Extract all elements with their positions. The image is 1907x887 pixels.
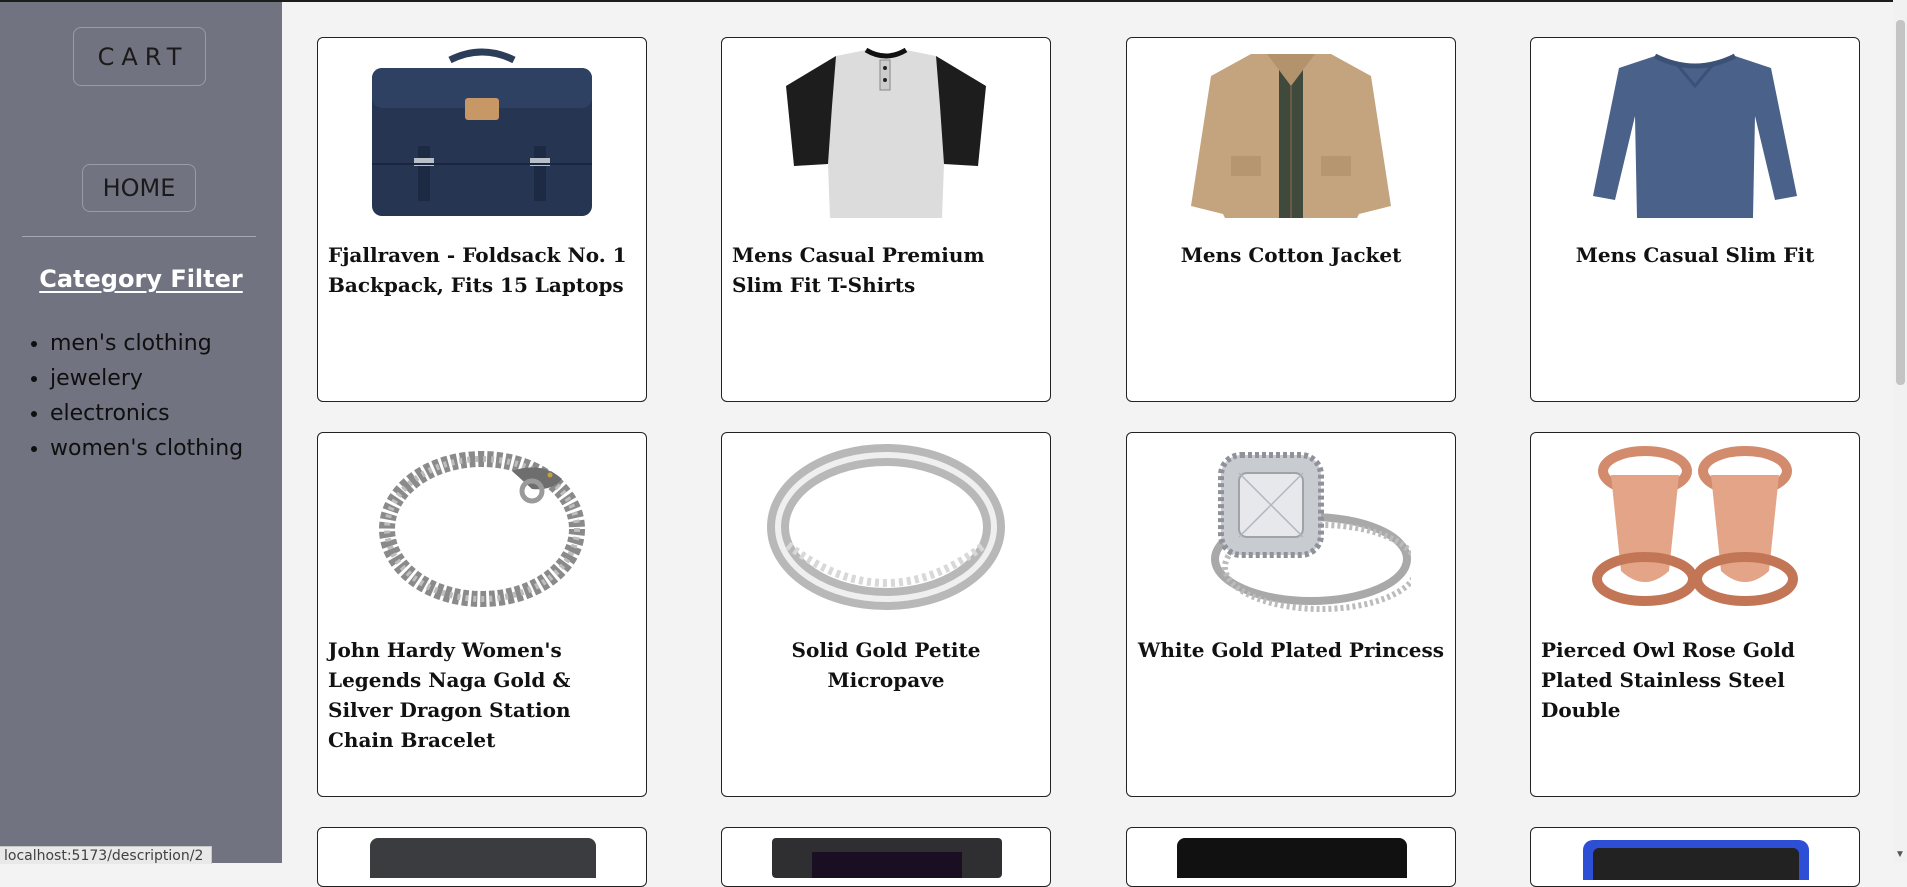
product-title: White Gold Plated Princess (1137, 638, 1445, 662)
sidebar-divider (22, 236, 256, 237)
product-card[interactable]: Mens Casual Premium Slim Fit T-Shirts (721, 37, 1051, 402)
product-card[interactable] (1126, 827, 1456, 887)
product-title: Fjallraven - Foldsack No. 1 Backpack, Fi… (328, 243, 627, 297)
scrollbar-thumb[interactable] (1896, 20, 1905, 385)
product-title: John Hardy Women's Legends Naga Gold & S… (328, 638, 571, 752)
cart-button[interactable]: CART (73, 27, 206, 86)
ssd-image (772, 838, 1002, 878)
portable-drive-image (1583, 840, 1809, 880)
scrollbar[interactable]: ▼ (1893, 0, 1907, 863)
product-card[interactable] (721, 827, 1051, 887)
category-list: men's clothing jewelery electronics wome… (0, 328, 243, 468)
product-card[interactable]: Pierced Owl Rose Gold Plated Stainless S… (1530, 432, 1860, 797)
home-button[interactable]: HOME (82, 164, 196, 212)
link-status-bar: localhost:5173/description/2 (0, 846, 213, 864)
hard-drive-image (370, 838, 596, 878)
rose-gold-plugs-image (1531, 441, 1859, 613)
window-top-border (0, 0, 1907, 2)
backpack-image (318, 46, 646, 218)
category-item-electronics[interactable]: electronics (50, 398, 243, 433)
longsleeve-image (1531, 46, 1859, 218)
bracelet-image (318, 441, 646, 613)
sidebar: CART HOME Category Filter men's clothing… (0, 2, 282, 863)
product-title: Mens Cotton Jacket (1180, 243, 1402, 267)
product-card[interactable]: Mens Casual Slim Fit (1530, 37, 1860, 402)
diamond-ring-image (1127, 441, 1455, 613)
category-item-jewelery[interactable]: jewelery (50, 363, 243, 398)
category-filter-title: Category Filter (39, 265, 243, 293)
product-title: Mens Casual Premium Slim Fit T-Shirts (732, 243, 985, 297)
scroll-down-arrow-icon[interactable]: ▼ (1895, 850, 1905, 860)
product-card[interactable]: White Gold Plated Princess (1126, 432, 1456, 797)
product-title: Solid Gold Petite Micropave (791, 638, 981, 692)
jacket-image (1127, 46, 1455, 218)
tshirt-image (722, 46, 1050, 218)
product-card[interactable] (317, 827, 647, 887)
category-item-womens-clothing[interactable]: women's clothing (50, 433, 243, 468)
product-card[interactable]: John Hardy Women's Legends Naga Gold & S… (317, 432, 647, 797)
product-card[interactable] (1530, 827, 1860, 887)
product-card[interactable]: Solid Gold Petite Micropave (721, 432, 1051, 797)
product-title: Mens Casual Slim Fit (1575, 243, 1815, 267)
product-card[interactable]: Fjallraven - Foldsack No. 1 Backpack, Fi… (317, 37, 647, 402)
ssd-black-image (1177, 838, 1407, 878)
product-card[interactable]: Mens Cotton Jacket (1126, 37, 1456, 402)
product-title: Pierced Owl Rose Gold Plated Stainless S… (1541, 638, 1795, 722)
category-item-mens-clothing[interactable]: men's clothing (50, 328, 243, 363)
ring-image (722, 441, 1050, 613)
